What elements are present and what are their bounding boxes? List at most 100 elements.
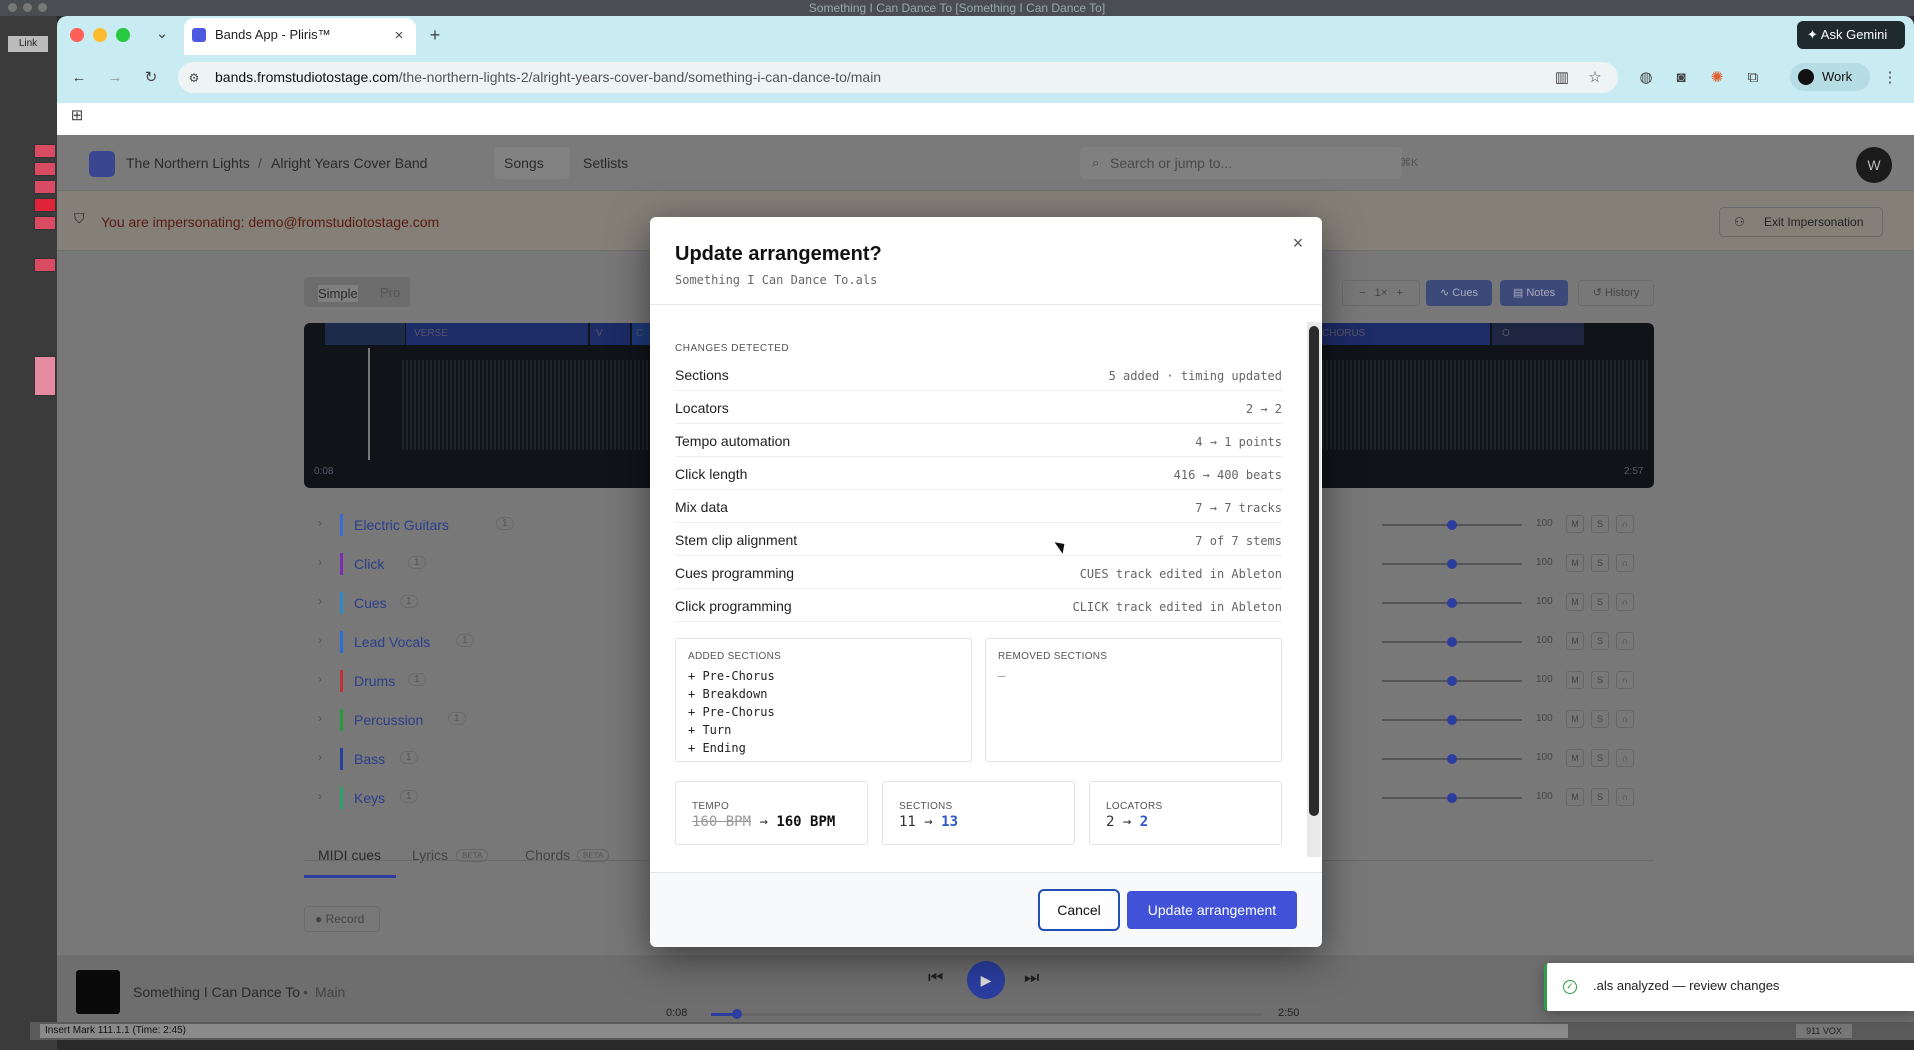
ableton-link-button[interactable]: Link bbox=[8, 36, 48, 52]
wave-section-v[interactable]: V bbox=[590, 323, 630, 345]
track-name[interactable]: Lead Vocals bbox=[354, 634, 430, 650]
mute-button[interactable]: M bbox=[1566, 788, 1584, 806]
close-icon[interactable]: × bbox=[1286, 232, 1310, 256]
zoom-out-icon[interactable]: − bbox=[1359, 287, 1365, 299]
mute-button[interactable]: M bbox=[1566, 749, 1584, 767]
solo-button[interactable]: S bbox=[1591, 632, 1609, 650]
chevron-right-icon[interactable]: › bbox=[318, 633, 322, 647]
update-arrangement-button[interactable]: Update arrangement bbox=[1127, 891, 1297, 929]
mode-pro[interactable]: Pro bbox=[380, 285, 400, 300]
volume-slider-thumb[interactable] bbox=[1447, 559, 1457, 569]
mute-button[interactable]: M bbox=[1566, 554, 1584, 572]
solo-button[interactable]: S bbox=[1591, 710, 1609, 728]
headphones-icon[interactable]: ∩ bbox=[1616, 632, 1634, 650]
volume-slider-thumb[interactable] bbox=[1447, 793, 1457, 803]
back-icon[interactable]: ← bbox=[69, 68, 89, 88]
chevron-right-icon[interactable]: › bbox=[318, 672, 322, 686]
mute-button[interactable]: M bbox=[1566, 632, 1584, 650]
volume-slider-thumb[interactable] bbox=[1447, 637, 1457, 647]
wave-section-chorus[interactable]: CHORUS bbox=[1322, 323, 1490, 345]
play-button[interactable]: ▶ bbox=[967, 961, 1005, 999]
close-window-button[interactable] bbox=[70, 28, 84, 42]
mute-button[interactable]: M bbox=[1566, 593, 1584, 611]
mute-button[interactable]: M bbox=[1566, 710, 1584, 728]
mute-button[interactable]: M bbox=[1566, 515, 1584, 533]
volume-slider-thumb[interactable] bbox=[1447, 598, 1457, 608]
history-button[interactable]: ↺ History bbox=[1578, 280, 1654, 306]
url-text[interactable]: bands.fromstudiotostage.com/the-northern… bbox=[215, 69, 881, 85]
apps-grid-icon[interactable]: ⊞ bbox=[67, 106, 87, 126]
solo-button[interactable]: S bbox=[1591, 788, 1609, 806]
skip-back-icon[interactable]: ⏮ bbox=[928, 968, 943, 988]
headphones-icon[interactable]: ∩ bbox=[1616, 710, 1634, 728]
chevron-right-icon[interactable]: › bbox=[318, 711, 322, 725]
skip-forward-icon[interactable]: ⏭ bbox=[1024, 968, 1039, 988]
nav-songs[interactable]: Songs bbox=[504, 155, 544, 171]
volume-slider-thumb[interactable] bbox=[1447, 715, 1457, 725]
solo-button[interactable]: S bbox=[1591, 554, 1609, 572]
reader-mode-icon[interactable]: ▥ bbox=[1552, 68, 1572, 88]
ask-gemini-button[interactable]: ✦ Ask Gemini bbox=[1797, 21, 1905, 49]
zoom-control[interactable]: − 1× + bbox=[1342, 280, 1420, 306]
mute-button[interactable]: M bbox=[1566, 671, 1584, 689]
player-progress-thumb[interactable] bbox=[732, 1009, 742, 1019]
tab-lyrics[interactable]: Lyrics bbox=[412, 847, 448, 863]
camera-icon[interactable]: ◙ bbox=[1671, 68, 1691, 88]
chevron-right-icon[interactable]: › bbox=[318, 789, 322, 803]
breadcrumb-band[interactable]: Alright Years Cover Band bbox=[271, 155, 427, 171]
claude-extension-icon[interactable]: ✺ bbox=[1707, 68, 1727, 88]
minimize-window-button[interactable] bbox=[93, 28, 107, 42]
site-info-icon[interactable]: ⚙ bbox=[184, 68, 204, 88]
headphones-icon[interactable]: ∩ bbox=[1616, 671, 1634, 689]
dialog-scrollbar[interactable] bbox=[1307, 322, 1321, 857]
extension-icon[interactable]: ◍ bbox=[1636, 68, 1656, 88]
solo-button[interactable]: S bbox=[1591, 749, 1609, 767]
wave-section-verse[interactable]: VERSE bbox=[406, 323, 588, 345]
record-button[interactable]: ● Record bbox=[304, 906, 380, 932]
track-name[interactable]: Click bbox=[354, 556, 384, 572]
solo-button[interactable]: S bbox=[1591, 593, 1609, 611]
headphones-icon[interactable]: ∩ bbox=[1616, 593, 1634, 611]
wave-section-c[interactable]: C bbox=[632, 323, 650, 345]
track-name[interactable]: Percussion bbox=[354, 712, 423, 728]
zoom-in-icon[interactable]: + bbox=[1396, 287, 1402, 299]
track-name[interactable]: Electric Guitars bbox=[354, 517, 449, 533]
cancel-button[interactable]: Cancel bbox=[1038, 889, 1120, 931]
breadcrumb-org[interactable]: The Northern Lights bbox=[126, 155, 250, 171]
nav-setlists[interactable]: Setlists bbox=[583, 155, 628, 171]
browser-menu-icon[interactable]: ⋮ bbox=[1882, 68, 1898, 88]
notes-toggle[interactable]: ▤ Notes bbox=[1500, 280, 1568, 306]
track-name[interactable]: Keys bbox=[354, 790, 385, 806]
tab-chords[interactable]: Chords bbox=[525, 847, 570, 863]
mode-simple[interactable]: Simple bbox=[318, 285, 358, 302]
headphones-icon[interactable]: ∩ bbox=[1616, 554, 1634, 572]
extensions-puzzle-icon[interactable]: ⧉ bbox=[1743, 68, 1763, 88]
new-tab-icon[interactable]: + bbox=[425, 25, 445, 45]
scrollbar-thumb[interactable] bbox=[1309, 326, 1319, 816]
bookmark-star-icon[interactable]: ☆ bbox=[1585, 68, 1605, 88]
user-avatar[interactable]: W bbox=[1856, 147, 1892, 183]
track-name[interactable]: Bass bbox=[354, 751, 385, 767]
solo-button[interactable]: S bbox=[1591, 515, 1609, 533]
tab-list-chevron-icon[interactable]: ⌄ bbox=[152, 24, 172, 44]
chevron-right-icon[interactable]: › bbox=[318, 750, 322, 764]
chevron-right-icon[interactable]: › bbox=[318, 555, 322, 569]
reload-icon[interactable]: ↻ bbox=[141, 68, 161, 88]
player-progress-track[interactable] bbox=[711, 1013, 1261, 1016]
volume-slider-thumb[interactable] bbox=[1447, 520, 1457, 530]
exit-impersonation-button[interactable]: ⚇ Exit Impersonation bbox=[1719, 207, 1883, 237]
playhead[interactable] bbox=[368, 348, 370, 460]
headphones-icon[interactable]: ∩ bbox=[1616, 788, 1634, 806]
track-name[interactable]: Cues bbox=[354, 595, 387, 611]
cues-toggle[interactable]: ∿ Cues bbox=[1426, 280, 1492, 306]
volume-slider-thumb[interactable] bbox=[1447, 754, 1457, 764]
tab-midi-cues[interactable]: MIDI cues bbox=[318, 847, 381, 863]
maximize-window-button[interactable] bbox=[116, 28, 130, 42]
solo-button[interactable]: S bbox=[1591, 671, 1609, 689]
headphones-icon[interactable]: ∩ bbox=[1616, 749, 1634, 767]
wave-section-o[interactable]: O bbox=[1492, 323, 1584, 345]
close-tab-icon[interactable]: × bbox=[390, 26, 408, 46]
chevron-right-icon[interactable]: › bbox=[318, 594, 322, 608]
headphones-icon[interactable]: ∩ bbox=[1616, 515, 1634, 533]
profile-chip[interactable]: Work bbox=[1790, 63, 1870, 91]
